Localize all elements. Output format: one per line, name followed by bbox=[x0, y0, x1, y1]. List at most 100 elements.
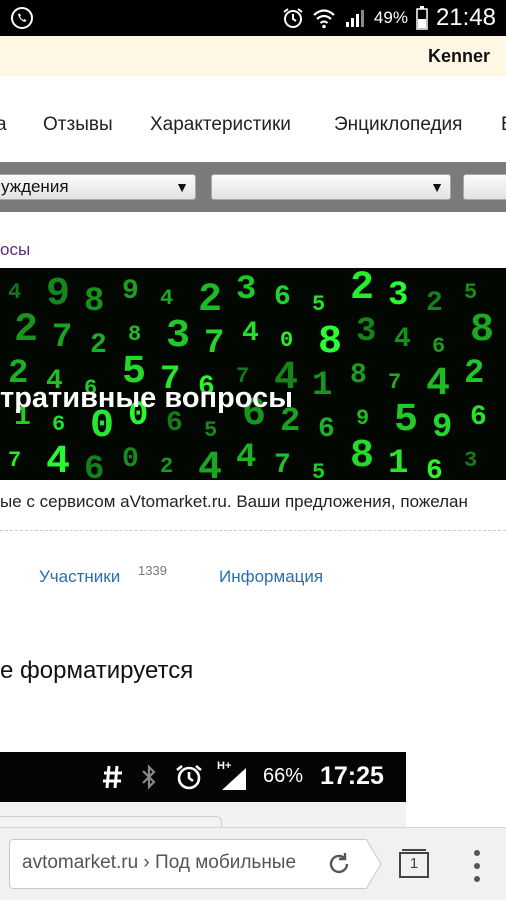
matrix-digit: 6 bbox=[274, 282, 291, 313]
overflow-menu-icon[interactable] bbox=[470, 848, 484, 884]
matrix-digit: 3 bbox=[464, 448, 477, 473]
embedded-screenshot: H+ 66% 17:25 bbox=[0, 752, 406, 827]
signal-icon bbox=[222, 768, 246, 790]
matrix-digit: 3 bbox=[356, 313, 376, 351]
alarm-icon bbox=[283, 8, 303, 28]
matrix-digit: 4 bbox=[160, 286, 173, 311]
address-bar[interactable]: avtomarket.ru › Под мобильные bbox=[9, 839, 382, 889]
divider bbox=[0, 530, 506, 531]
matrix-digit: 0 bbox=[122, 444, 139, 475]
matrix-digit: 9 bbox=[46, 272, 70, 317]
matrix-digit: 2 bbox=[198, 278, 222, 323]
tab-count: 1 bbox=[409, 855, 419, 872]
matrix-digit: 6 bbox=[318, 414, 335, 445]
bluetooth-icon bbox=[142, 764, 156, 790]
search-field-partial[interactable] bbox=[463, 174, 506, 200]
alarm-icon bbox=[176, 764, 202, 790]
section-select[interactable]: уждения ▼ bbox=[0, 174, 196, 200]
matrix-digit: 4 bbox=[8, 280, 21, 305]
matrix-digit: 7 bbox=[388, 370, 401, 395]
nav-item-reviews[interactable]: Отзывы bbox=[43, 114, 113, 136]
matrix-digit: 8 bbox=[128, 322, 141, 347]
breadcrumb[interactable]: осы bbox=[0, 240, 30, 260]
matrix-digit: 8 bbox=[350, 434, 374, 479]
matrix-digit: 7 bbox=[8, 448, 21, 473]
url-text[interactable]: avtomarket.ru › Под мобильные bbox=[22, 852, 316, 874]
embedded-battery-percent: 66% bbox=[263, 765, 304, 787]
section-select-value: уждения bbox=[1, 177, 69, 196]
status-time: 21:48 bbox=[435, 4, 496, 31]
signal-icon bbox=[345, 10, 364, 27]
user-bar: Kenner bbox=[0, 36, 506, 76]
nav-item-specs[interactable]: Характеристики bbox=[150, 114, 291, 136]
site-nav: а Отзывы Характеристики Энциклопедия Б bbox=[0, 76, 506, 162]
embedded-time: 17:25 bbox=[320, 762, 384, 790]
embedded-status-bar: H+ 66% 17:25 bbox=[0, 752, 406, 802]
group-title: тративные вопросы bbox=[0, 382, 293, 414]
nav-item-partial-left[interactable]: а bbox=[0, 114, 7, 136]
matrix-digit: 6 bbox=[84, 451, 104, 480]
battery-percent: 49% bbox=[373, 8, 408, 27]
tab-members[interactable]: Участники bbox=[39, 567, 120, 587]
viber-icon bbox=[11, 7, 33, 29]
matrix-digit: 5 bbox=[312, 292, 325, 317]
matrix-digit: 5 bbox=[312, 460, 325, 480]
matrix-digit: 4 bbox=[242, 318, 259, 349]
matrix-digit: 7 bbox=[204, 325, 224, 363]
dropdown-arrow-icon: ▼ bbox=[175, 179, 189, 195]
subsection-select[interactable]: ▼ bbox=[211, 174, 451, 200]
matrix-digit: 3 bbox=[388, 277, 408, 315]
matrix-digit: 5 bbox=[394, 398, 418, 443]
matrix-digit: 3 bbox=[166, 314, 190, 359]
matrix-digit: 2 bbox=[350, 268, 374, 311]
tab-switcher-button[interactable]: 1 bbox=[398, 848, 430, 880]
group-tabs: Участники 1339 Информация bbox=[0, 533, 506, 597]
matrix-digit: 6 bbox=[426, 456, 443, 480]
matrix-digit: 2 bbox=[90, 330, 107, 361]
matrix-digit: 8 bbox=[350, 360, 367, 391]
matrix-digit: 1 bbox=[388, 445, 408, 480]
post-content: е форматируется H+ 66% 17:25 bbox=[0, 597, 506, 827]
hash-icon bbox=[103, 765, 122, 789]
dropdown-arrow-icon: ▼ bbox=[430, 179, 444, 195]
nav-item-encyclopedia[interactable]: Энциклопедия bbox=[334, 114, 462, 136]
status-bar: 49% 21:48 bbox=[0, 0, 506, 36]
filter-bar: уждения ▼ ▼ bbox=[0, 162, 506, 212]
reload-icon[interactable] bbox=[325, 850, 353, 878]
matrix-digit: 8 bbox=[318, 320, 342, 365]
matrix-digit: 2 bbox=[426, 288, 443, 319]
matrix-digit: 0 bbox=[280, 328, 293, 353]
battery-icon bbox=[416, 6, 428, 30]
matrix-digit: 6 bbox=[52, 412, 65, 437]
matrix-digit: 4 bbox=[198, 446, 222, 480]
matrix-digit: 9 bbox=[122, 276, 139, 307]
matrix-digit: 6 bbox=[432, 334, 445, 359]
matrix-digit: 1 bbox=[312, 367, 332, 405]
matrix-digit: 7 bbox=[52, 319, 72, 357]
group-banner: 4221797464826069850043762276543476460427… bbox=[0, 268, 506, 480]
browser-toolbar: avtomarket.ru › Под мобильные 1 bbox=[0, 827, 506, 900]
matrix-digit: 5 bbox=[464, 280, 477, 305]
username-link[interactable]: Kenner bbox=[428, 46, 490, 67]
group-description: ые с сервисом aVtomarket.ru. Ваши предло… bbox=[0, 492, 468, 511]
matrix-digit: 8 bbox=[470, 308, 494, 353]
matrix-digit: 4 bbox=[394, 324, 411, 355]
matrix-digit: 8 bbox=[84, 283, 104, 321]
matrix-digit: 7 bbox=[274, 450, 291, 480]
post-title: е форматируется bbox=[0, 657, 194, 684]
matrix-digit: 4 bbox=[236, 439, 256, 477]
tab-info[interactable]: Информация bbox=[219, 567, 323, 587]
matrix-digit: 2 bbox=[160, 454, 173, 479]
members-count: 1339 bbox=[138, 563, 167, 578]
wifi-icon bbox=[313, 9, 335, 29]
matrix-digit: 3 bbox=[236, 271, 256, 309]
matrix-digit: 4 bbox=[46, 440, 70, 480]
matrix-digit: 2 bbox=[14, 308, 38, 353]
nav-item-partial-right[interactable]: Б bbox=[501, 114, 506, 136]
matrix-digit: 4 bbox=[426, 362, 450, 407]
matrix-digit: 9 bbox=[432, 409, 452, 447]
matrix-digit: 9 bbox=[356, 406, 369, 431]
matrix-digit: 2 bbox=[464, 355, 484, 393]
matrix-background-image: 4221797464826069850043762276543476460427… bbox=[8, 268, 494, 480]
matrix-digit: 6 bbox=[470, 402, 487, 433]
